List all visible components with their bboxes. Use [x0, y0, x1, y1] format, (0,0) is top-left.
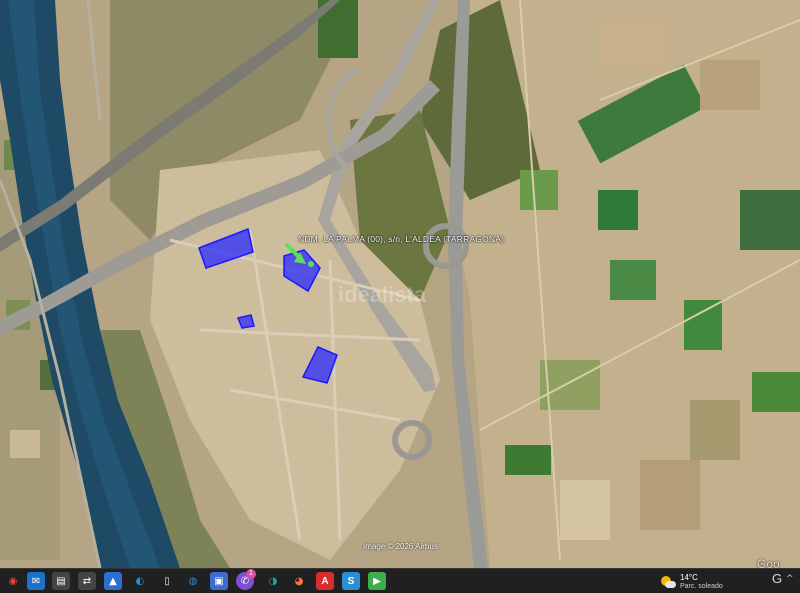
partly-sunny-icon	[660, 574, 676, 590]
google-earth-icon: ◑	[268, 575, 278, 587]
taskbar-btn-firefox[interactable]: ◕	[290, 572, 308, 590]
app-s-icon: S	[347, 575, 355, 587]
taskbar-btn-acrobat[interactable]: A	[316, 572, 334, 590]
weather-widget[interactable]: 14°C Parc. soleado	[660, 572, 723, 592]
taskbar-btn-save[interactable]: ▣	[210, 572, 228, 590]
taskbar: ◉ ✉ ▤ ⇄ ▲ ◐ ▯ ◍ ▣ ✆ 1 ◑ ◕ A S ▶ 14°C Par…	[0, 568, 800, 593]
parcel-address-label: NDM. LA PALMA (00), s/n, L'ALDEA (TARRAG…	[298, 234, 505, 244]
outlook-icon: ✉	[31, 575, 41, 587]
taskbar-btn-chrome[interactable]: ◉	[4, 572, 22, 590]
acrobat-icon: A	[321, 575, 329, 587]
google-brand-logo: Goo	[757, 557, 780, 568]
photos-icon: ▲	[109, 575, 117, 587]
watermark: idealista	[338, 282, 427, 307]
document-icon: ▯	[164, 575, 170, 587]
image-viewer-icon: ◍	[188, 575, 198, 587]
chrome-icon: ◉	[8, 575, 18, 587]
taskbar-btn-photos[interactable]: ▲	[104, 572, 122, 590]
edge-icon: ◐	[135, 575, 145, 587]
taskbar-btn-viber[interactable]: ✆ 1	[236, 569, 256, 590]
tray-chevron-up-icon[interactable]: ^	[786, 574, 794, 584]
firefox-icon: ◕	[294, 575, 304, 587]
taskbar-btn-outlook[interactable]: ✉	[27, 572, 45, 590]
taskbar-btn-media-player[interactable]: ▶	[368, 572, 386, 590]
tray-google-icon[interactable]: G	[772, 571, 782, 586]
taskbar-btn-app-s[interactable]: S	[342, 572, 360, 590]
weather-temperature: 14°C	[680, 573, 698, 582]
weather-condition: Parc. soleado	[680, 583, 723, 590]
taskbar-btn-network[interactable]: ⇄	[78, 572, 96, 590]
file-explorer-icon: ▤	[56, 575, 66, 587]
satellite-map[interactable]: NDM. LA PALMA (00), s/n, L'ALDEA (TARRAG…	[0, 0, 800, 568]
imagery-credit: Image © 2026 Airbus	[363, 542, 438, 551]
network-icon: ⇄	[82, 575, 92, 587]
taskbar-btn-file-explorer[interactable]: ▤	[52, 572, 70, 590]
taskbar-btn-document[interactable]: ▯	[158, 572, 176, 590]
taskbar-btn-edge[interactable]: ◐	[131, 572, 149, 590]
media-player-icon: ▶	[373, 575, 381, 587]
taskbar-btn-image-viewer[interactable]: ◍	[184, 572, 202, 590]
notification-badge: 1	[246, 569, 256, 579]
taskbar-btn-google-earth[interactable]: ◑	[264, 572, 282, 590]
save-icon: ▣	[214, 575, 224, 587]
